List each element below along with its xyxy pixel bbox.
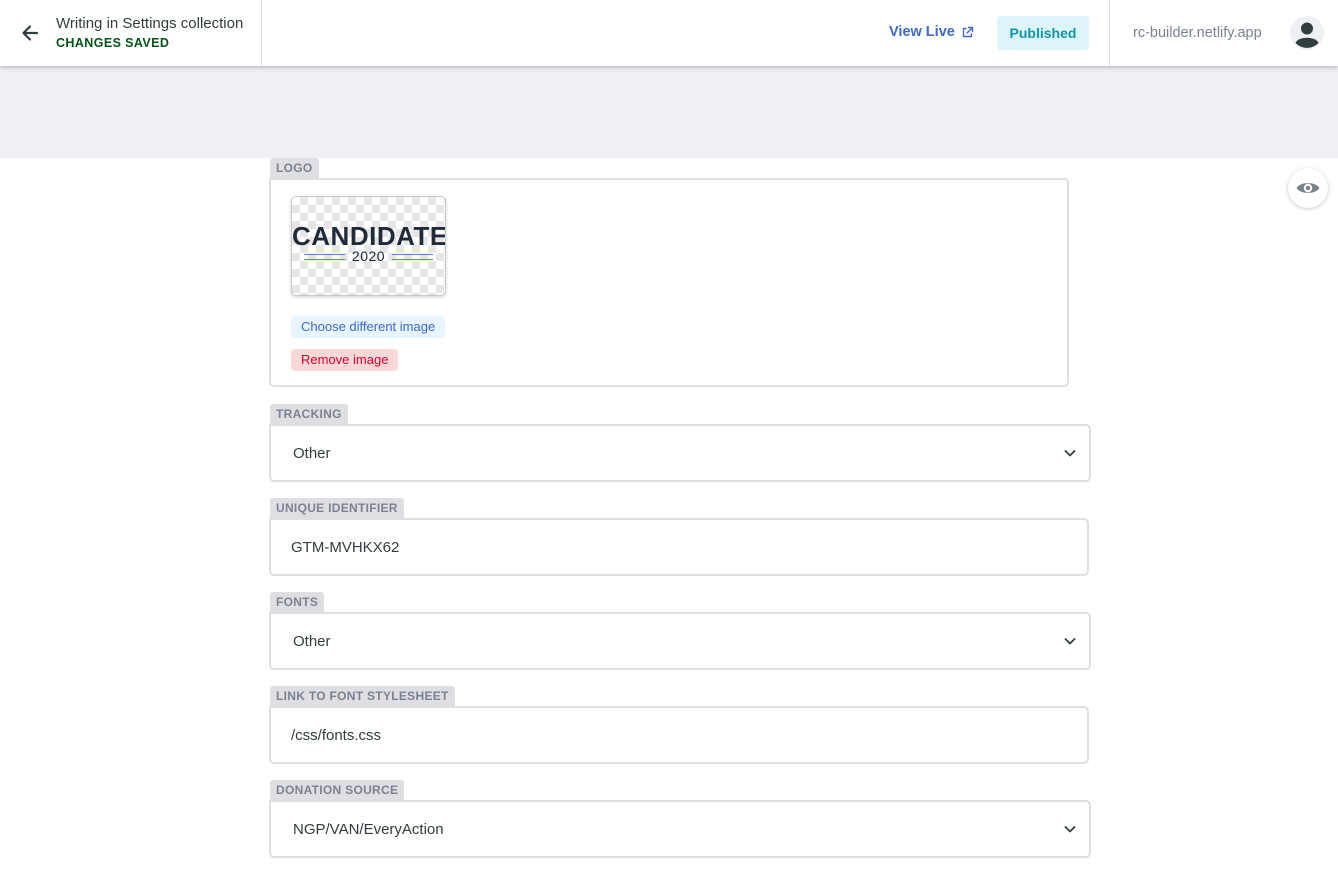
donation-source-select[interactable]: NGP/VAN/EveryAction: [269, 800, 1091, 858]
logo-image-text: CANDIDATE: [292, 221, 446, 251]
arrow-left-icon: [22, 25, 39, 41]
font-stylesheet-value: /css/fonts.css: [291, 726, 382, 744]
field-label: TRACKING: [270, 404, 348, 424]
field-label: LOGO: [270, 158, 319, 178]
unique-identifier-value: GTM-MVHKX62: [291, 538, 400, 556]
logo-thumbnail[interactable]: CANDIDATE 2020: [291, 196, 446, 296]
chevron-down-icon: [1064, 638, 1076, 645]
entry-title-group: Writing in Settings collection CHANGES S…: [56, 14, 243, 50]
avatar[interactable]: [1290, 16, 1324, 50]
field-label: UNIQUE IDENTIFIER: [270, 498, 404, 518]
back-button[interactable]: [18, 20, 44, 46]
tracking-value: Other: [293, 444, 331, 462]
logo-widget: CANDIDATE 2020 Choose different image Re…: [269, 178, 1069, 387]
eye-icon: [1296, 183, 1320, 193]
field-label: DONATION SOURCE: [270, 780, 405, 800]
chevron-down-icon: [1064, 826, 1076, 833]
tracking-select[interactable]: Other: [269, 424, 1091, 482]
publish-status-button[interactable]: Published: [997, 16, 1089, 50]
donation-source-value: NGP/VAN/EveryAction: [293, 820, 444, 838]
preview-toggle-button[interactable]: [1288, 168, 1328, 208]
choose-image-button[interactable]: Choose different image: [291, 316, 446, 338]
field-label: LINK TO FONT STYLESHEET: [270, 686, 455, 706]
divider: [261, 0, 262, 66]
field-label: FONTS: [270, 592, 325, 612]
view-live-link[interactable]: View Live: [889, 24, 974, 40]
editor-toolbar: Writing in Settings collection CHANGES S…: [0, 0, 1338, 66]
editor-background-band: [0, 66, 1338, 158]
divider: [1109, 0, 1110, 66]
site-url-link[interactable]: rc-builder.netlify.app: [1133, 25, 1262, 41]
logo-decoration: [392, 254, 433, 260]
external-link-icon: [962, 26, 974, 37]
chevron-down-icon: [1064, 450, 1076, 457]
view-live-label: View Live: [889, 24, 955, 40]
fonts-select[interactable]: Other: [269, 612, 1091, 670]
unique-identifier-input[interactable]: GTM-MVHKX62: [269, 518, 1089, 576]
save-status: CHANGES SAVED: [56, 36, 170, 50]
fonts-value: Other: [293, 632, 331, 650]
remove-image-button[interactable]: Remove image: [291, 349, 399, 371]
user-icon: [1291, 17, 1323, 49]
font-stylesheet-input[interactable]: /css/fonts.css: [269, 706, 1089, 764]
entry-title: Writing in Settings collection: [56, 15, 244, 32]
